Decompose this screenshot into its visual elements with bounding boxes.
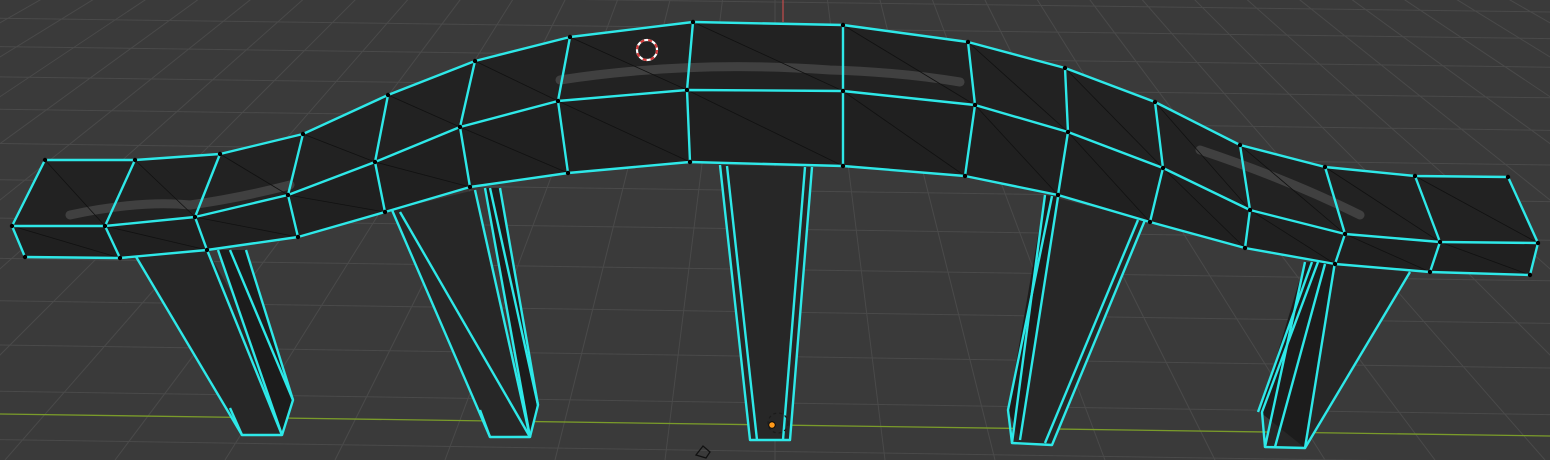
mesh-vertex[interactable] (1242, 245, 1248, 251)
mesh-vertex[interactable] (9, 223, 15, 229)
mesh-vertex[interactable] (1322, 164, 1328, 170)
mesh-vertex[interactable] (972, 102, 978, 108)
mesh-vertex[interactable] (204, 247, 210, 253)
mesh-vertex[interactable] (840, 88, 846, 94)
mesh-vertex[interactable] (1535, 240, 1541, 246)
mesh-vertex[interactable] (1147, 219, 1153, 225)
mesh-vertex[interactable] (1247, 207, 1253, 213)
mesh-vertex[interactable] (1055, 192, 1061, 198)
mesh-vertex[interactable] (1505, 174, 1511, 180)
mesh-vertex[interactable] (472, 58, 478, 64)
mesh-vertex[interactable] (285, 192, 291, 198)
pillar-5[interactable] (1256, 261, 1412, 450)
mesh-vertex[interactable] (300, 131, 306, 137)
mesh-vertex[interactable] (1062, 65, 1068, 71)
mesh-vertex[interactable] (1412, 173, 1418, 179)
mesh-vertex[interactable] (382, 209, 388, 215)
mesh-vertex[interactable] (962, 173, 968, 179)
mesh-vertex[interactable] (555, 98, 561, 104)
mesh-vertex[interactable] (840, 163, 846, 169)
mesh-vertex[interactable] (1437, 239, 1443, 245)
mesh-vertex[interactable] (1427, 269, 1433, 275)
3d-viewport[interactable] (0, 0, 1550, 460)
mesh-vertex[interactable] (565, 170, 571, 176)
grid-line (1537, 0, 1550, 460)
mesh-vertex[interactable] (1332, 261, 1338, 267)
pillar-3[interactable] (718, 164, 814, 442)
mesh-vertex[interactable] (1152, 99, 1158, 105)
mesh-vertex[interactable] (687, 159, 693, 165)
mesh-vertex[interactable] (467, 184, 473, 190)
mesh-vertex[interactable] (457, 124, 463, 130)
mesh-vertex[interactable] (840, 22, 846, 28)
mesh-vertex[interactable] (192, 214, 198, 220)
pillar-1[interactable] (133, 249, 295, 437)
mesh-vertex[interactable] (117, 255, 123, 261)
mesh-vertex[interactable] (372, 159, 378, 165)
mesh-vertex[interactable] (965, 39, 971, 45)
mesh-vertex[interactable] (22, 254, 28, 260)
mesh-vertex[interactable] (1160, 165, 1166, 171)
mesh-vertex[interactable] (102, 223, 108, 229)
viewport-scene[interactable] (0, 0, 1550, 460)
mesh-vertex[interactable] (217, 151, 223, 157)
mesh-vertex[interactable] (42, 157, 48, 163)
mesh-vertex[interactable] (1342, 231, 1348, 237)
mesh-vertex[interactable] (1237, 142, 1243, 148)
mesh-vertex[interactable] (1065, 129, 1071, 135)
mesh-vertex[interactable] (385, 92, 391, 98)
mesh-vertex[interactable] (690, 19, 696, 25)
mesh-vertex[interactable] (1527, 272, 1533, 278)
mesh-vertex[interactable] (132, 157, 138, 163)
mesh-vertex[interactable] (295, 234, 301, 240)
camera-icon[interactable] (694, 445, 711, 459)
mesh-vertex[interactable] (567, 34, 573, 40)
mesh-vertex[interactable] (684, 87, 690, 93)
